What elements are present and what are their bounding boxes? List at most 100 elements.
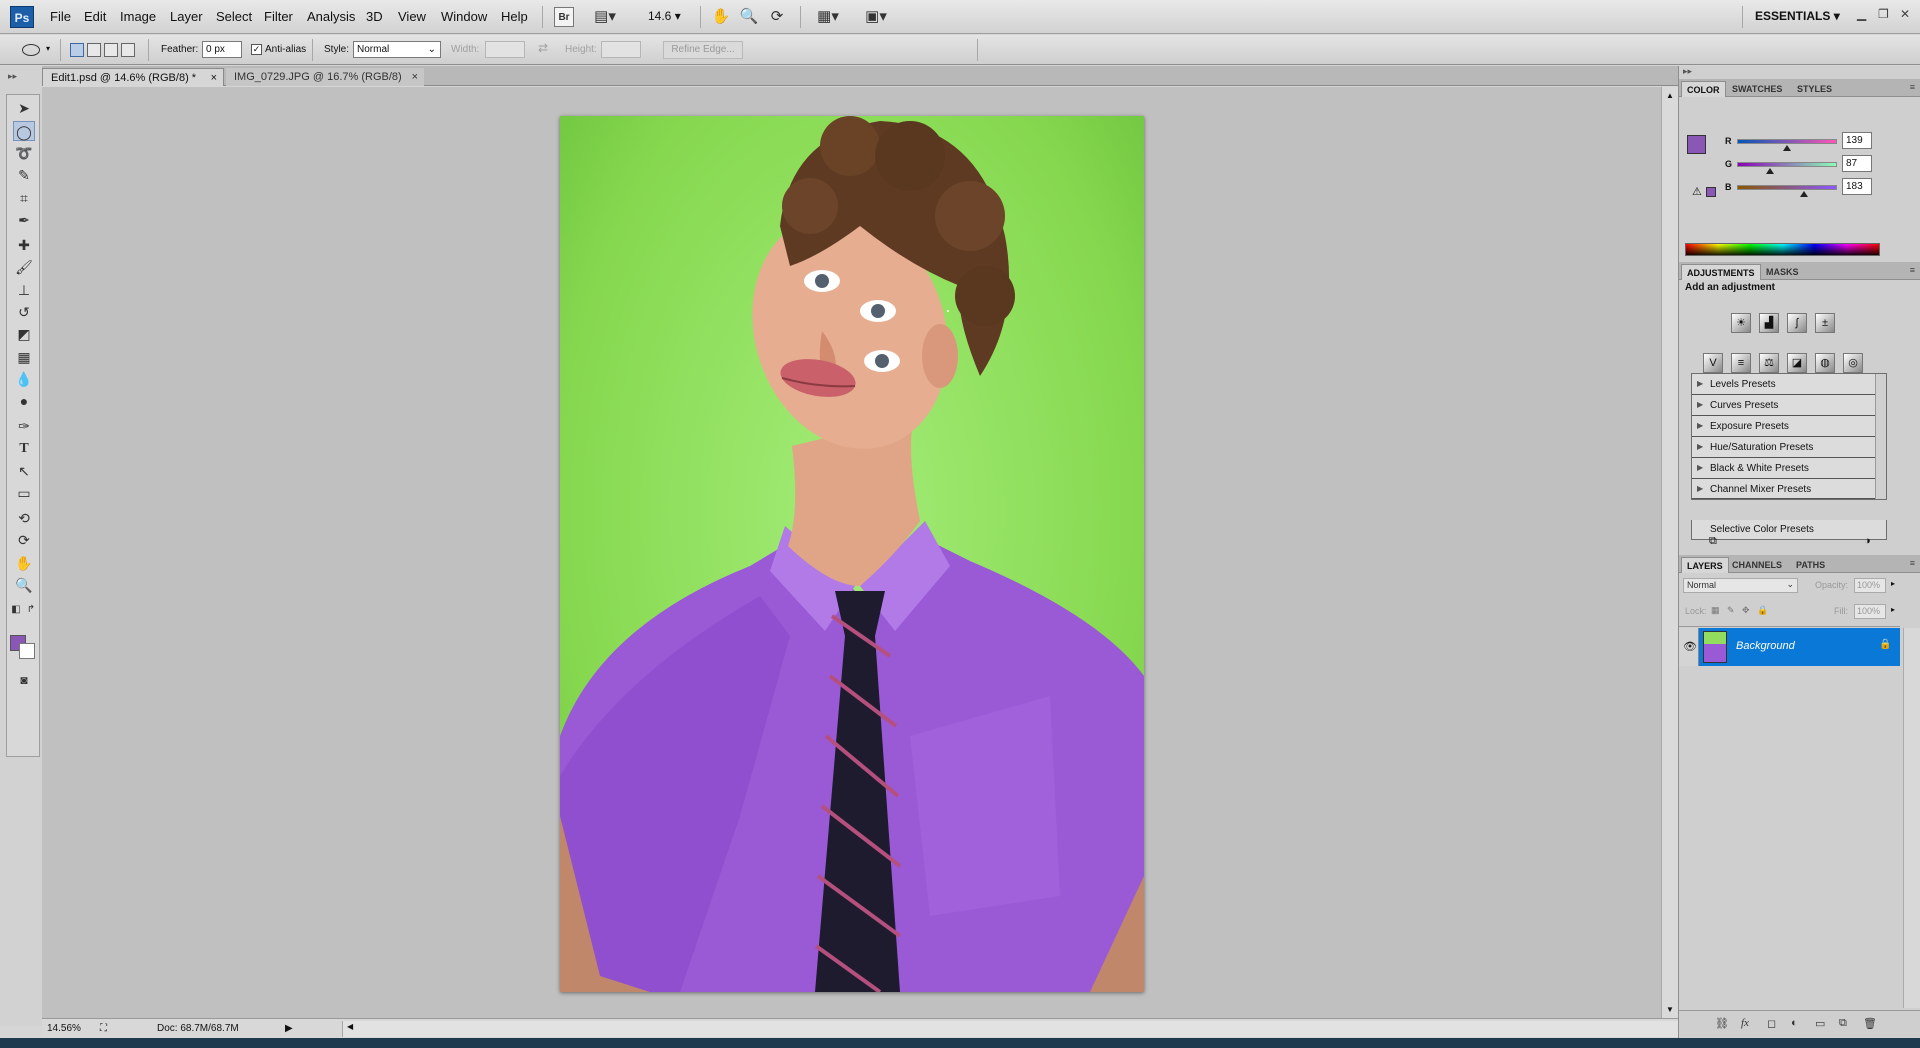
menu-edit[interactable]: Edit [84, 9, 106, 24]
delete-layer-icon[interactable]: 🗑 [1863, 1017, 1877, 1030]
width-input[interactable] [485, 41, 525, 58]
close-icon[interactable]: × [211, 72, 217, 84]
scroll-up-icon[interactable]: ▲ [1666, 91, 1674, 100]
quick-mask-icon[interactable]: ◙ [13, 670, 35, 690]
clone-stamp-tool-icon[interactable]: ⊥ [13, 280, 35, 300]
status-menu-icon[interactable]: ▶ [285, 1023, 293, 1034]
blue-value-input[interactable]: 183 [1842, 178, 1872, 195]
add-to-selection-icon[interactable] [87, 43, 101, 57]
swap-colors-icon[interactable]: ↱ [24, 600, 38, 620]
elliptical-marquee-tool-icon[interactable]: ◯ [13, 121, 35, 141]
photo-filter-icon[interactable]: ◍ [1815, 353, 1835, 373]
tab-edit1-psd[interactable]: Edit1.psd @ 14.6% (RGB/8) * × [42, 68, 224, 86]
opacity-slider-icon[interactable]: ▸ [1891, 579, 1895, 588]
lock-transparency-icon[interactable]: ▦ [1711, 605, 1720, 616]
red-value-input[interactable]: 139 [1842, 132, 1872, 149]
swap-dimensions-icon[interactable]: ⇄ [538, 41, 548, 55]
panel-menu-icon[interactable]: ≡ [1910, 82, 1915, 92]
presets-scrollbar[interactable] [1875, 374, 1886, 499]
bridge-icon[interactable]: Br [554, 7, 574, 27]
horizontal-scrollbar[interactable]: ◀ [342, 1021, 1678, 1037]
color-spectrum-bar[interactable] [1685, 243, 1880, 256]
preset-exposure[interactable]: Exposure Presets [1692, 416, 1876, 437]
close-icon[interactable]: ✕ [1900, 7, 1910, 21]
eye-icon[interactable]: 👁 [1683, 640, 1697, 653]
background-color-swatch[interactable] [19, 643, 35, 659]
healing-brush-tool-icon[interactable]: ✚ [13, 235, 35, 255]
lock-position-icon[interactable]: ✥ [1742, 605, 1750, 616]
elliptical-marquee-preset-icon[interactable] [22, 44, 40, 56]
preset-hue-saturation[interactable]: Hue/Saturation Presets [1692, 437, 1876, 458]
vibrance-icon[interactable]: V [1703, 353, 1723, 373]
foreground-color-chip[interactable] [1687, 135, 1706, 154]
blue-slider[interactable] [1737, 185, 1837, 190]
levels-icon[interactable]: ▟ [1759, 313, 1779, 333]
green-value-input[interactable]: 87 [1842, 155, 1872, 172]
black-white-icon[interactable]: ◪ [1787, 353, 1807, 373]
hand-tool-icon[interactable]: ✋ [13, 553, 35, 573]
layer-row-background[interactable]: 👁 Background 🔒 [1679, 628, 1900, 666]
3d-orbit-tool-icon[interactable]: ⟳ [13, 530, 35, 550]
eraser-tool-icon[interactable]: ◩ [13, 324, 35, 344]
menu-help[interactable]: Help [501, 9, 528, 24]
green-slider-knob[interactable] [1766, 168, 1774, 174]
scroll-down-icon[interactable]: ▼ [1666, 1005, 1674, 1014]
document-image[interactable] [560, 116, 1144, 992]
feather-input[interactable]: 0 px [202, 41, 242, 58]
preset-selective-color[interactable]: Selective Color Presets [1691, 520, 1887, 540]
tab-masks[interactable]: MASKS [1761, 264, 1804, 280]
tool-preset-dropdown-icon[interactable]: ▾ [46, 44, 50, 53]
new-adjustment-layer-icon[interactable]: ◐ [1791, 1017, 1798, 1029]
lasso-tool-icon[interactable]: ➰ [13, 143, 35, 163]
color-balance-icon[interactable]: ⚖ [1759, 353, 1779, 373]
menu-view[interactable]: View [398, 9, 426, 24]
history-brush-tool-icon[interactable]: ↺ [13, 302, 35, 322]
lock-all-icon[interactable]: 🔒 [1757, 605, 1768, 616]
green-slider[interactable] [1737, 162, 1837, 167]
adjustment-mode-icon[interactable]: ◑ [1864, 535, 1871, 547]
tab-img-0729[interactable]: IMG_0729.JPG @ 16.7% (RGB/8) × [226, 68, 424, 86]
blend-mode-select[interactable]: Normal ⌄ [1683, 578, 1798, 593]
collapse-panel-icon[interactable]: ▸▸ [1683, 66, 1692, 77]
panel-menu-icon[interactable]: ≡ [1910, 558, 1915, 568]
preset-levels[interactable]: Levels Presets [1692, 374, 1876, 395]
scroll-left-icon[interactable]: ◀ [347, 1022, 353, 1031]
menu-window[interactable]: Window [441, 9, 487, 24]
style-select[interactable]: Normal ⌄ [353, 41, 441, 58]
menu-file[interactable]: File [50, 9, 71, 24]
default-colors-icon[interactable]: ◧ [9, 600, 23, 620]
menu-analysis[interactable]: Analysis [307, 9, 355, 24]
mini-bridge-icon[interactable]: ▤▾ [590, 7, 620, 27]
exposure-icon[interactable]: ± [1815, 313, 1835, 333]
brightness-contrast-icon[interactable]: ☀ [1731, 313, 1751, 333]
zoom-level-select[interactable]: 14.6 ▾ [648, 9, 681, 23]
arrange-documents-icon[interactable]: ▦▾ [812, 7, 844, 27]
layer-name[interactable]: Background [1736, 640, 1795, 652]
tab-styles[interactable]: STYLES [1792, 81, 1837, 97]
gradient-tool-icon[interactable]: ▦ [13, 347, 35, 367]
web-safe-color-chip[interactable] [1706, 187, 1716, 197]
tab-color[interactable]: COLOR [1681, 81, 1726, 97]
fill-slider-icon[interactable]: ▸ [1891, 605, 1895, 614]
close-icon[interactable]: × [412, 71, 418, 83]
new-group-icon[interactable]: ▭ [1815, 1017, 1825, 1030]
status-options-icon[interactable]: ⛶ [100, 1023, 107, 1034]
panel-menu-icon[interactable]: ≡ [1910, 265, 1915, 275]
menu-image[interactable]: Image [120, 9, 156, 24]
crop-tool-icon[interactable]: ⌗ [13, 188, 35, 208]
hue-saturation-icon[interactable]: ≡ [1731, 353, 1751, 373]
type-tool-icon[interactable]: T [13, 439, 35, 459]
preset-black-white[interactable]: Black & White Presets [1692, 458, 1876, 479]
layer-thumbnail[interactable] [1703, 631, 1727, 663]
tab-channels[interactable]: CHANNELS [1727, 557, 1787, 573]
rotate-view-icon[interactable]: ⟳ [766, 7, 788, 27]
menu-layer[interactable]: Layer [170, 9, 203, 24]
brush-tool-icon[interactable]: 🖌 [13, 257, 35, 277]
layer-style-icon[interactable]: fx [1741, 1017, 1749, 1029]
menu-select[interactable]: Select [216, 9, 252, 24]
subtract-from-selection-icon[interactable] [104, 43, 118, 57]
tab-adjustments[interactable]: ADJUSTMENTS [1681, 264, 1761, 280]
opacity-input[interactable]: 100% [1854, 578, 1886, 593]
tab-paths[interactable]: PATHS [1791, 557, 1830, 573]
hand-icon[interactable]: ✋ [710, 7, 732, 27]
